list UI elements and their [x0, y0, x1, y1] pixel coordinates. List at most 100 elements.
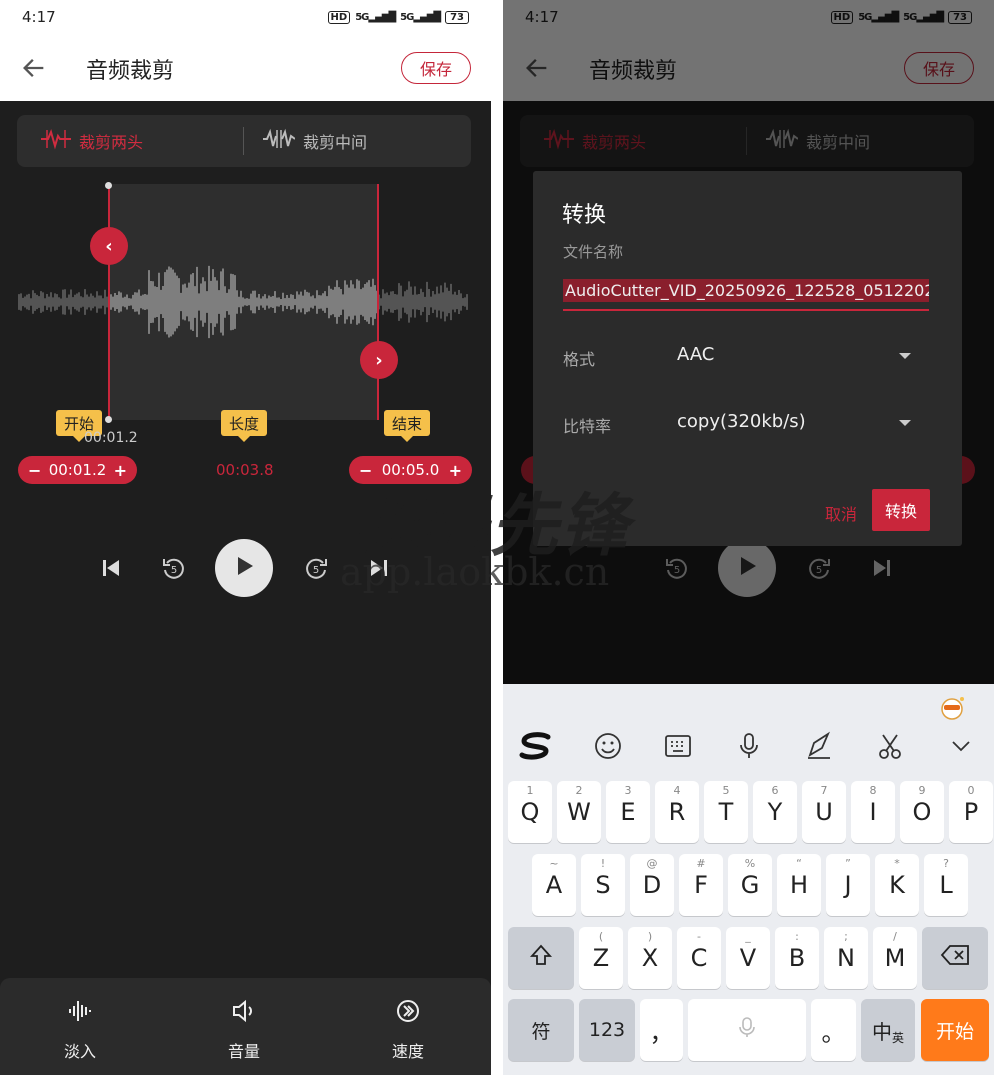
microphone-icon[interactable]: [731, 728, 767, 764]
shift-key[interactable]: [508, 927, 574, 989]
key-q[interactable]: 1Q: [508, 781, 552, 843]
emoji-icon[interactable]: [590, 728, 626, 764]
filename-label: 文件名称: [563, 243, 624, 261]
symbol-key[interactable]: 符: [508, 999, 574, 1061]
key-k[interactable]: * K: [875, 854, 919, 916]
start-plus-button[interactable]: +: [114, 461, 127, 480]
signal-label-2: 5G: [400, 11, 414, 23]
key-hint: ?: [943, 857, 949, 870]
key-f[interactable]: # F: [679, 854, 723, 916]
key-z[interactable]: (Z: [579, 927, 623, 989]
start-minus-button[interactable]: −: [28, 461, 41, 480]
key-hint: ”: [845, 857, 851, 870]
fade-in-button[interactable]: 淡入: [40, 998, 120, 1062]
key-hint: _: [745, 930, 751, 943]
comma-key[interactable]: ，: [640, 999, 683, 1061]
bitrate-select[interactable]: copy(320kb/s): [677, 411, 806, 432]
key-hint: /: [893, 930, 897, 943]
back-arrow-icon[interactable]: [20, 54, 48, 82]
key-hint: 8: [869, 784, 877, 797]
enter-key[interactable]: 开始: [921, 999, 989, 1061]
convert-dialog: 转换 文件名称 AudioCutter_VID_20250926_122528_…: [533, 171, 962, 546]
speed-button[interactable]: 速度: [368, 998, 448, 1062]
handwriting-icon[interactable]: [801, 728, 837, 764]
key-w[interactable]: 2W: [557, 781, 601, 843]
start-marker-top-dot: [105, 182, 112, 189]
language-switch-key[interactable]: 中 英: [861, 999, 915, 1061]
key-u[interactable]: 7U: [802, 781, 846, 843]
key-hint: 2: [575, 784, 583, 797]
key-d[interactable]: @ D: [630, 854, 674, 916]
bitrate-dropdown-icon[interactable]: [899, 420, 911, 426]
key-hint: 5: [722, 784, 730, 797]
mascot-icon[interactable]: [935, 690, 971, 726]
tab-trim-ends[interactable]: 裁剪两头: [41, 115, 143, 167]
key-y[interactable]: 6Y: [753, 781, 797, 843]
hd-icon: HD: [327, 10, 351, 24]
end-handle[interactable]: ›: [360, 341, 398, 379]
key-r[interactable]: 4R: [655, 781, 699, 843]
save-button[interactable]: 保存: [401, 52, 471, 84]
skip-end-icon[interactable]: [366, 555, 392, 581]
key-hint: 0: [967, 784, 975, 797]
end-marker-line[interactable]: [377, 184, 379, 420]
key-h[interactable]: “H: [777, 854, 821, 916]
key-j[interactable]: ” J: [826, 854, 870, 916]
rewind-5-icon[interactable]: 5: [160, 555, 188, 583]
volume-button[interactable]: 音量: [204, 998, 284, 1062]
format-select[interactable]: AAC: [677, 344, 714, 365]
collapse-keyboard-icon[interactable]: [943, 728, 979, 764]
period-key[interactable]: 。: [811, 999, 856, 1061]
convert-button[interactable]: 转换: [872, 489, 930, 531]
end-plus-button[interactable]: +: [449, 461, 462, 480]
play-button[interactable]: [215, 539, 273, 597]
backspace-key[interactable]: [922, 927, 988, 989]
key-label: U: [815, 798, 833, 826]
number-key[interactable]: 123: [579, 999, 635, 1061]
key-m[interactable]: / M: [873, 927, 917, 989]
tab-trim-middle[interactable]: 裁剪中间: [263, 115, 367, 167]
key-hint: 6: [771, 784, 779, 797]
cancel-button[interactable]: 取消: [825, 501, 857, 525]
key-o[interactable]: 9O: [900, 781, 944, 843]
key-l[interactable]: ? L: [924, 854, 968, 916]
skip-start-icon[interactable]: [98, 555, 124, 581]
speed-label: 速度: [391, 1042, 424, 1061]
key-t[interactable]: 5T: [704, 781, 748, 843]
filename-input[interactable]: AudioCutter_VID_20250926_122528_05122025: [563, 279, 929, 311]
key-g[interactable]: % G: [728, 854, 772, 916]
end-minus-button[interactable]: −: [359, 461, 372, 480]
key-label: Z: [592, 944, 610, 972]
key-n[interactable]: ; N: [824, 927, 868, 989]
key-x[interactable]: ) X: [628, 927, 672, 989]
key-label: C: [690, 944, 708, 972]
key-p[interactable]: 0P: [949, 781, 993, 843]
sogou-logo-icon[interactable]: [517, 728, 553, 764]
audio-waveform: [18, 265, 468, 339]
key-c[interactable]: -C: [677, 927, 721, 989]
status-bar: 4:17 HD 5G▂▄▆█ 5G▂▄▆█ 73: [0, 0, 491, 34]
key-s[interactable]: ! S: [581, 854, 625, 916]
key-e[interactable]: 3E: [606, 781, 650, 843]
key-a[interactable]: ~ A: [532, 854, 576, 916]
format-dropdown-icon[interactable]: [899, 353, 911, 359]
keyboard-layout-icon[interactable]: [660, 728, 696, 764]
key-hint: %: [744, 857, 756, 870]
key-label: J: [844, 871, 852, 899]
key-i[interactable]: 8I: [851, 781, 895, 843]
space-key[interactable]: [688, 999, 806, 1061]
page-title: 音频裁剪: [86, 59, 175, 84]
scissors-icon[interactable]: [872, 728, 908, 764]
start-marker-line[interactable]: [108, 184, 110, 420]
key-b[interactable]: :B: [775, 927, 819, 989]
key-hint: 3: [624, 784, 632, 797]
key-v[interactable]: _ V: [726, 927, 770, 989]
tab-divider: [243, 127, 244, 155]
key-label: G: [740, 871, 760, 899]
chevron-right-icon: ›: [375, 349, 383, 371]
key-label: E: [620, 798, 636, 826]
waveform-editor[interactable]: ‹ ›: [17, 182, 471, 423]
start-handle[interactable]: ‹: [90, 227, 128, 265]
forward-5-icon[interactable]: 5: [302, 555, 330, 583]
speed-icon: [395, 998, 421, 1028]
